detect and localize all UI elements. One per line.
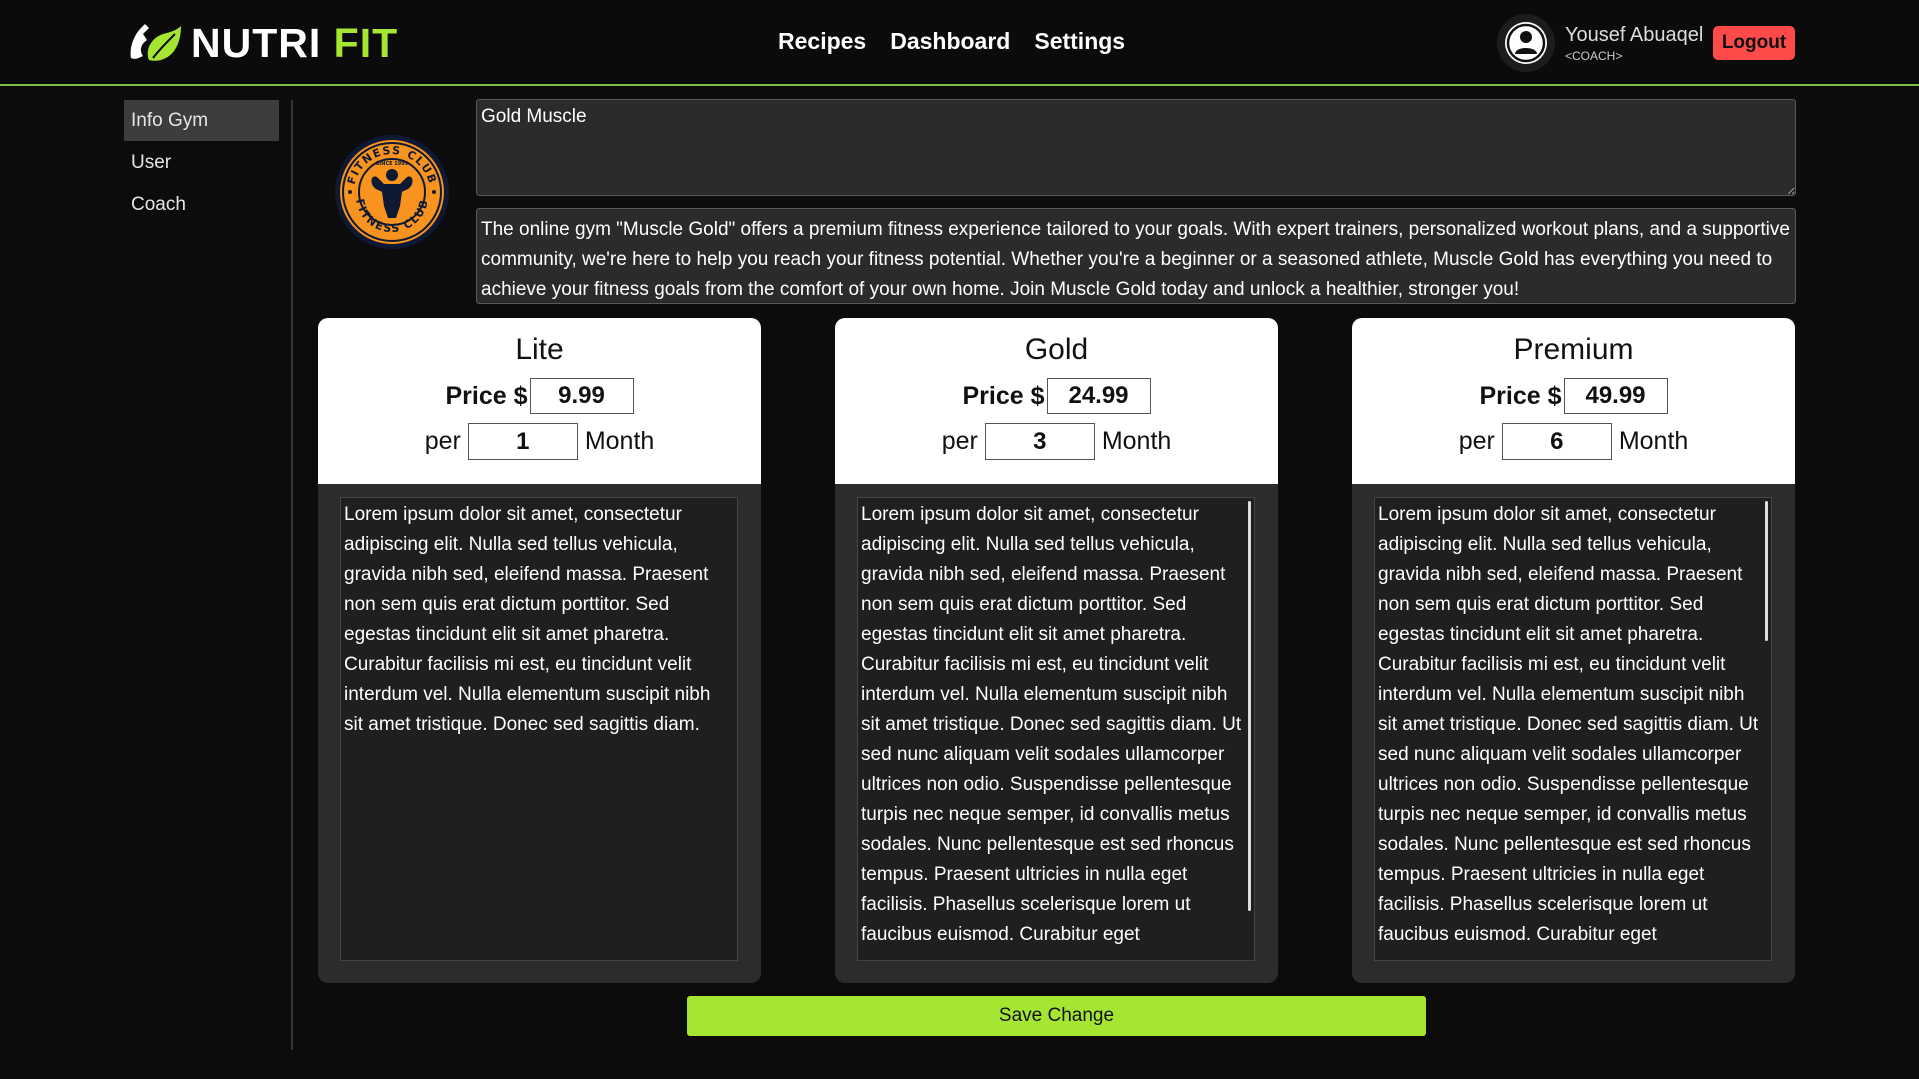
price-row: Price $ bbox=[318, 378, 761, 414]
user-role: <COACH> bbox=[1565, 48, 1623, 63]
plan-title: Premium bbox=[1513, 333, 1634, 366]
save-change-button[interactable]: Save Change bbox=[687, 996, 1426, 1036]
per-label: per bbox=[1458, 427, 1495, 455]
months-input[interactable] bbox=[984, 423, 1095, 460]
sidebar: Info Gym User Coach bbox=[124, 100, 279, 226]
gym-name-input[interactable]: Gold Muscle bbox=[476, 99, 1796, 196]
leaf-flex-icon bbox=[130, 24, 181, 61]
sidebar-item-coach[interactable]: Coach bbox=[124, 184, 279, 225]
sidebar-item-user[interactable]: User bbox=[124, 142, 279, 183]
price-row: Price $ bbox=[1352, 378, 1795, 414]
brand-name: NUTRI FIT bbox=[191, 19, 399, 66]
user-name: Yousef Abuaqel bbox=[1565, 23, 1704, 46]
gym-description-input[interactable]: The online gym "Muscle Gold" offers a pr… bbox=[476, 208, 1796, 304]
per-label: per bbox=[424, 427, 461, 455]
brand-logo[interactable]: NUTRI FIT bbox=[127, 20, 398, 66]
duration-row: per Month bbox=[318, 423, 761, 460]
sidebar-divider bbox=[291, 100, 293, 1050]
plan-description-input[interactable]: Lorem ipsum dolor sit amet, consectetur … bbox=[857, 497, 1255, 961]
month-label: Month bbox=[1101, 427, 1172, 455]
month-label: Month bbox=[584, 427, 655, 455]
price-label: Price $ bbox=[445, 381, 528, 410]
plan-description-input[interactable]: Lorem ipsum dolor sit amet, consectetur … bbox=[340, 497, 738, 961]
main-nav: Recipes Dashboard Settings bbox=[778, 28, 1125, 55]
plan-description-input[interactable]: Lorem ipsum dolor sit amet, consectetur … bbox=[1374, 497, 1772, 961]
nav-dashboard[interactable]: Dashboard bbox=[890, 28, 1010, 55]
price-row: Price $ bbox=[835, 378, 1278, 414]
plan-title: Lite bbox=[515, 333, 564, 366]
nav-recipes[interactable]: Recipes bbox=[778, 28, 866, 55]
nav-settings[interactable]: Settings bbox=[1034, 28, 1125, 55]
months-input[interactable] bbox=[467, 423, 578, 460]
price-input[interactable] bbox=[529, 378, 634, 414]
price-label: Price $ bbox=[962, 381, 1045, 410]
top-header: NUTRI FIT Recipes Dashboard Settings You… bbox=[0, 0, 1919, 86]
price-input[interactable] bbox=[1563, 378, 1668, 414]
plan-header: Lite Price $ per Month bbox=[318, 318, 761, 484]
plan-header: Gold Price $ per Month bbox=[835, 318, 1278, 484]
month-label: Month bbox=[1618, 427, 1689, 455]
sidebar-item-info-gym[interactable]: Info Gym bbox=[124, 100, 279, 141]
per-label: per bbox=[941, 427, 978, 455]
scrollbar-thumb[interactable] bbox=[1765, 501, 1768, 641]
plan-card-gold: Gold Price $ per Month Lorem ipsum dolor… bbox=[835, 318, 1278, 983]
gym-logo-since: SINCE 1999 bbox=[376, 161, 409, 167]
user-profile[interactable]: Yousef Abuaqel <COACH> bbox=[1497, 14, 1703, 72]
price-label: Price $ bbox=[1479, 381, 1562, 410]
plan-title: Gold bbox=[1024, 333, 1089, 366]
plan-card-lite: Lite Price $ per Month Lorem ipsum dolor… bbox=[318, 318, 761, 983]
gym-logo-icon[interactable]: FITNESS CLUB FITNESS CLUB SINCE 1999 bbox=[334, 134, 450, 250]
scrollbar-thumb[interactable] bbox=[1248, 501, 1251, 911]
avatar[interactable] bbox=[1497, 14, 1555, 72]
price-input[interactable] bbox=[1046, 378, 1151, 414]
user-info: Yousef Abuaqel <COACH> bbox=[1565, 24, 1703, 63]
logout-button[interactable]: Logout bbox=[1713, 26, 1795, 60]
plan-header: Premium Price $ per Month bbox=[1352, 318, 1795, 484]
duration-row: per Month bbox=[1352, 423, 1795, 460]
months-input[interactable] bbox=[1501, 423, 1612, 460]
plan-card-premium: Premium Price $ per Month Lorem ipsum do… bbox=[1352, 318, 1795, 983]
duration-row: per Month bbox=[835, 423, 1278, 460]
user-avatar-icon bbox=[1505, 22, 1547, 64]
